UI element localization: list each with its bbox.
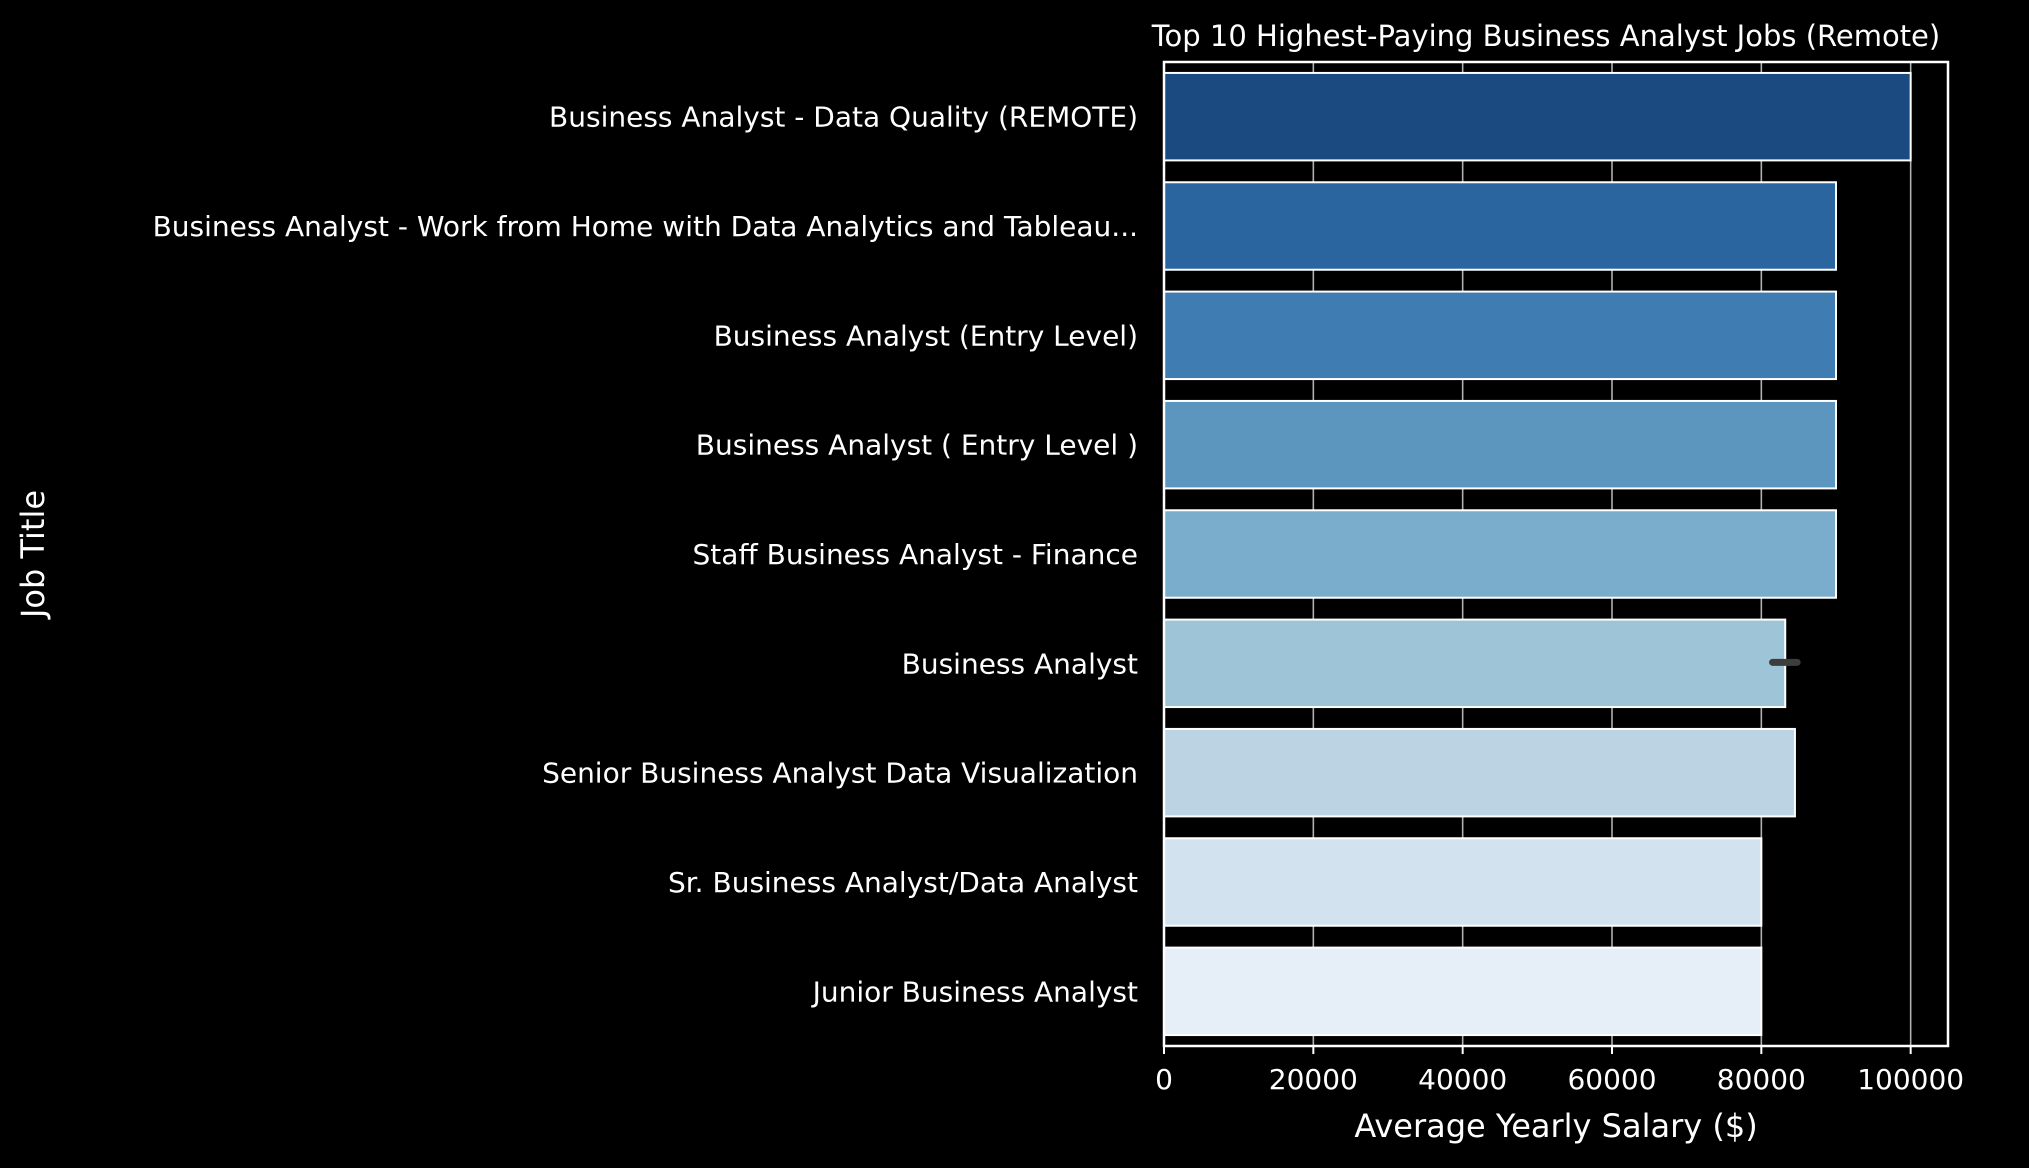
y-category-label: Senior Business Analyst Data Visualizati… — [542, 757, 1138, 790]
x-axis-label: Average Yearly Salary ($) — [1354, 1107, 1757, 1145]
bar — [1163, 618, 1787, 709]
x-tick-label: 60000 — [1567, 1063, 1656, 1096]
y-category-label: Business Analyst - Data Quality (REMOTE) — [549, 101, 1138, 134]
y-category-label: Business Analyst ( Entry Level ) — [696, 429, 1138, 462]
y-category-label: Business Analyst (Entry Level) — [714, 319, 1138, 352]
bar — [1163, 181, 1837, 271]
y-category-label: Business Analyst - Work from Home with D… — [153, 210, 1138, 243]
y-category-label: Junior Business Analyst — [811, 975, 1138, 1008]
chart-title: Top 10 Highest-Paying Business Analyst J… — [1151, 19, 1940, 53]
x-tick-label: 0 — [1155, 1063, 1173, 1096]
x-tick-label: 20000 — [1269, 1063, 1358, 1096]
bar — [1163, 509, 1837, 599]
x-tick-label: 100000 — [1857, 1063, 1964, 1096]
bar-chart: 0 20000 40000 60000 80000 100000 Business Ana… — [0, 0, 2029, 1168]
bar — [1163, 399, 1837, 490]
y-category-label: Business Analyst — [902, 647, 1138, 680]
bar — [1163, 290, 1837, 381]
y-category-label: Sr. Business Analyst/Data Analyst — [668, 866, 1138, 899]
bar — [1163, 837, 1763, 927]
y-category-label: Staff Business Analyst - Finance — [693, 538, 1138, 571]
y-axis-label: Job Title — [14, 490, 52, 620]
x-tick-label: 40000 — [1418, 1063, 1507, 1096]
x-tick-label: 80000 — [1717, 1063, 1806, 1096]
bar — [1163, 71, 1912, 162]
bar — [1163, 946, 1763, 1037]
bar — [1163, 727, 1796, 818]
